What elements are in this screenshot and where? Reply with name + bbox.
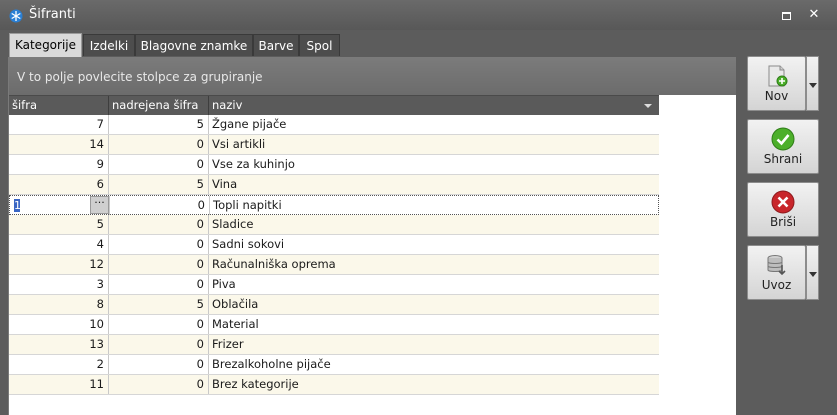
cell-sifra[interactable]: 2 xyxy=(9,355,109,374)
cell-nadrejena[interactable]: 0 xyxy=(109,255,209,274)
cell-naziv[interactable]: Vsi artikli xyxy=(209,135,659,154)
cell-naziv[interactable]: Topli napitki xyxy=(210,196,660,215)
cell-sifra[interactable]: 11 xyxy=(9,375,109,394)
table-row[interactable]: 10 0 Material xyxy=(9,315,659,335)
cell-nadrejena[interactable]: 0 xyxy=(109,155,209,174)
cell-naziv[interactable]: Sadni sokovi xyxy=(209,235,659,254)
column-header-nadrejena-sifra[interactable]: nadrejena šifra xyxy=(109,96,209,115)
grid-container: V to polje povlecite stolpce za grupiran… xyxy=(8,57,736,415)
cell-nadrejena[interactable]: 0 xyxy=(109,135,209,154)
sort-arrow-icon xyxy=(644,104,652,108)
cell-naziv[interactable]: Sladice xyxy=(209,215,659,234)
cell-nadrejena[interactable]: 0 xyxy=(109,215,209,234)
snowflake-icon xyxy=(9,9,23,23)
table-row[interactable]: 8 5 Oblačila xyxy=(9,295,659,315)
table-row[interactable]: 6 5 Vina xyxy=(9,175,659,195)
cell-nadrejena[interactable]: 0 xyxy=(109,355,209,374)
import-dropdown-button[interactable] xyxy=(806,245,819,300)
group-by-panel[interactable]: V to polje povlecite stolpce za grupiran… xyxy=(9,57,736,96)
new-button[interactable]: Nov xyxy=(747,56,806,111)
cell-naziv[interactable]: Žgane pijače xyxy=(209,115,659,134)
table-row[interactable]: 14 0 Vsi artikli xyxy=(9,135,659,155)
cell-nadrejena[interactable]: 0 xyxy=(109,275,209,294)
cell-naziv[interactable]: Oblačila xyxy=(209,295,659,314)
cell-nadrejena[interactable]: 0 xyxy=(109,335,209,354)
cell-sifra[interactable]: 14 xyxy=(9,135,109,154)
window-title: Šifranti xyxy=(29,7,76,22)
cell-sifra[interactable]: 7 xyxy=(9,115,109,134)
cell-naziv[interactable]: Brezalkoholne pijače xyxy=(209,355,659,374)
delete-x-icon xyxy=(771,190,795,214)
group-by-hint: V to polje povlecite stolpce za grupiran… xyxy=(17,70,263,84)
cell-sifra[interactable]: 13 xyxy=(9,335,109,354)
title-bar: Šifranti ✕ xyxy=(0,0,837,30)
import-button-label: Uvoz xyxy=(761,278,792,292)
save-button-label: Shrani xyxy=(763,152,803,166)
table-row-selected[interactable]: 1 ··· 0 Topli napitki xyxy=(9,195,659,215)
column-header-naziv-label: naziv xyxy=(212,98,243,112)
table-row[interactable]: 3 0 Piva xyxy=(9,275,659,295)
import-button[interactable]: Uvoz xyxy=(747,245,806,300)
tab-izdelki[interactable]: Izdelki xyxy=(83,34,135,56)
cell-naziv[interactable]: Piva xyxy=(209,275,659,294)
table-row[interactable]: 13 0 Frizer xyxy=(9,335,659,355)
cell-sifra[interactable]: 4 xyxy=(9,235,109,254)
checkmark-icon xyxy=(771,127,795,151)
cell-naziv[interactable]: Brez kategorije xyxy=(209,375,659,394)
cell-sifra[interactable]: 3 xyxy=(9,275,109,294)
cell-sifra[interactable]: 9 xyxy=(9,155,109,174)
cell-nadrejena[interactable]: 5 xyxy=(109,175,209,194)
sifra-edit-input[interactable]: 1 xyxy=(13,198,89,212)
column-header-sifra[interactable]: šifra xyxy=(9,96,109,115)
table-row[interactable]: 11 0 Brez kategorije xyxy=(9,375,659,395)
close-icon[interactable]: ✕ xyxy=(807,8,821,22)
cell-nadrejena[interactable]: 0 xyxy=(109,235,209,254)
tab-blagovne-znamke[interactable]: Blagovne znamke xyxy=(135,34,253,56)
cell-sifra-editor[interactable]: 1 ··· xyxy=(10,196,110,215)
table-row[interactable]: 12 0 Računalniška oprema xyxy=(9,255,659,275)
cell-nadrejena[interactable]: 5 xyxy=(109,115,209,134)
cell-nadrejena[interactable]: 0 xyxy=(109,315,209,334)
table-row[interactable]: 2 0 Brezalkoholne pijače xyxy=(9,355,659,375)
cell-sifra[interactable]: 10 xyxy=(9,315,109,334)
cell-nadrejena[interactable]: 5 xyxy=(109,295,209,314)
cell-naziv[interactable]: Računalniška oprema xyxy=(209,255,659,274)
cell-naziv[interactable]: Frizer xyxy=(209,335,659,354)
edit-value: 1 xyxy=(14,199,21,212)
delete-button[interactable]: Briši xyxy=(747,182,819,237)
grid-empty-area xyxy=(659,95,736,415)
table-row[interactable]: 7 5 Žgane pijače xyxy=(9,115,659,135)
new-button-label: Nov xyxy=(764,89,789,103)
cell-nadrejena[interactable]: 0 xyxy=(110,196,210,215)
database-import-icon xyxy=(767,255,786,276)
cell-sifra[interactable]: 5 xyxy=(9,215,109,234)
tab-kategorije[interactable]: Kategorije xyxy=(9,33,82,58)
table-row[interactable]: 9 0 Vse za kuhinjo xyxy=(9,155,659,175)
cell-naziv[interactable]: Vina xyxy=(209,175,659,194)
ellipsis-button[interactable]: ··· xyxy=(90,196,109,214)
save-button[interactable]: Shrani xyxy=(747,119,819,174)
grid-rows: 7 5 Žgane pijače 14 0 Vsi artikli 9 0 Vs… xyxy=(9,115,659,395)
cell-sifra[interactable]: 8 xyxy=(9,295,109,314)
restore-icon[interactable] xyxy=(779,8,793,22)
new-document-icon xyxy=(768,65,787,87)
cell-naziv[interactable]: Vse za kuhinjo xyxy=(209,155,659,174)
delete-button-label: Briši xyxy=(769,215,797,229)
cell-sifra[interactable]: 12 xyxy=(9,255,109,274)
cell-sifra[interactable]: 6 xyxy=(9,175,109,194)
tab-barve[interactable]: Barve xyxy=(253,34,299,56)
cell-naziv[interactable]: Material xyxy=(209,315,659,334)
grid-header: šifra nadrejena šifra naziv xyxy=(9,96,659,115)
cell-nadrejena[interactable]: 0 xyxy=(109,375,209,394)
table-row[interactable]: 4 0 Sadni sokovi xyxy=(9,235,659,255)
new-dropdown-button[interactable] xyxy=(806,56,819,111)
table-row[interactable]: 5 0 Sladice xyxy=(9,215,659,235)
tab-spol[interactable]: Spol xyxy=(299,34,340,56)
column-header-naziv[interactable]: naziv xyxy=(209,96,659,115)
